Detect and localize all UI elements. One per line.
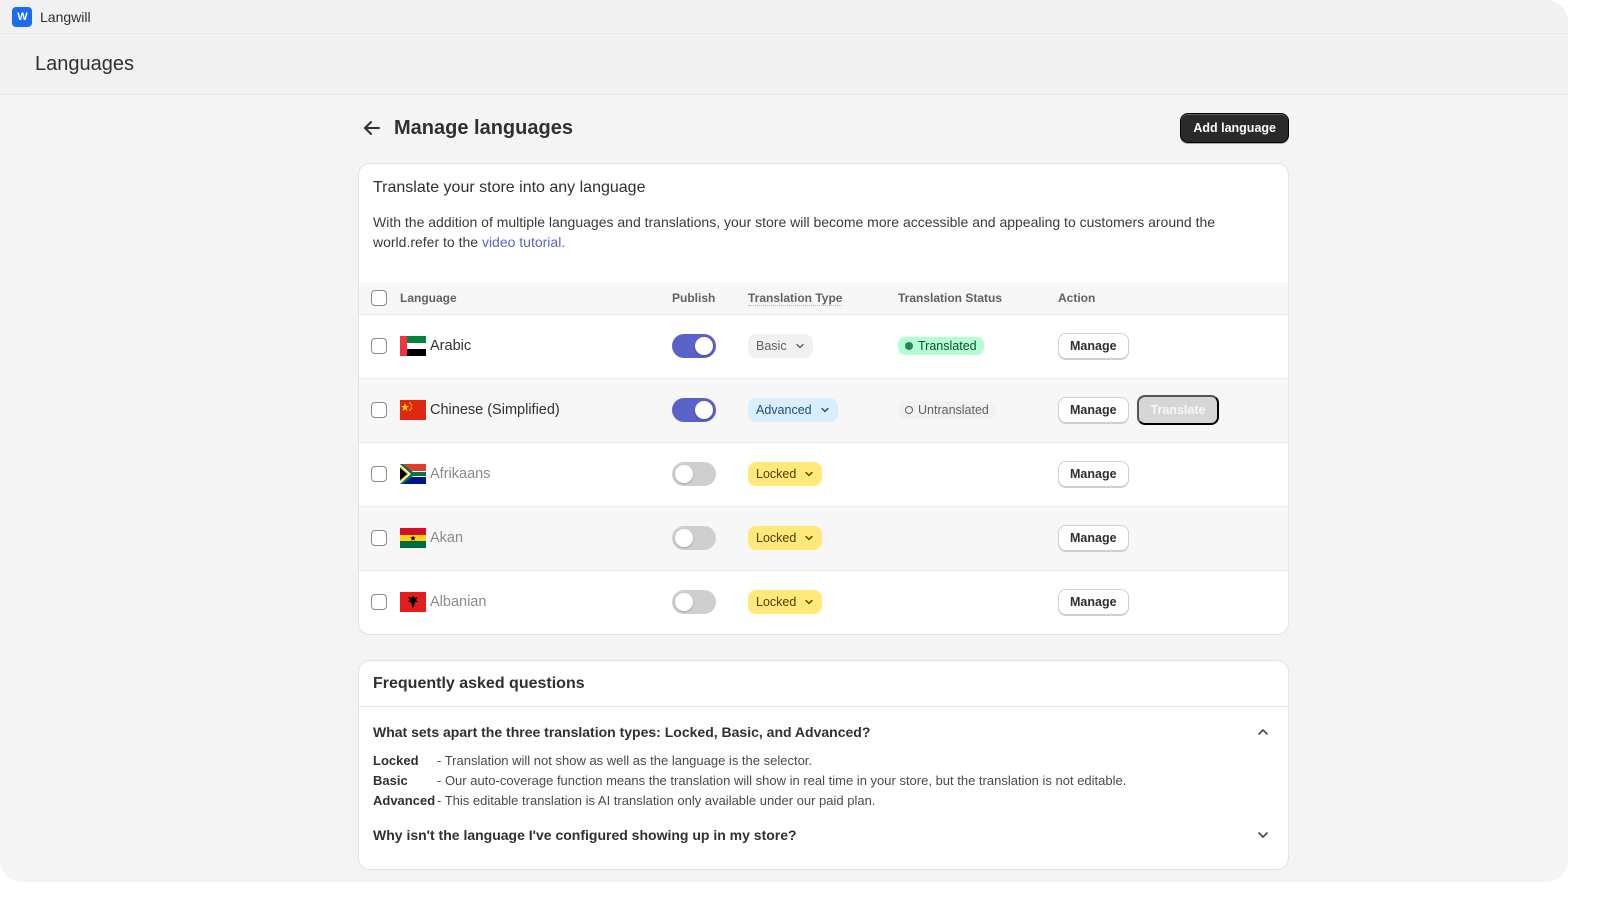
table-row: Arabic Basic Translated Manage [359,314,1288,378]
faq-question: What sets apart the three translation ty… [373,724,871,740]
intro-section: Translate your store into any language W… [359,164,1288,282]
translation-type-select[interactable]: Locked [748,590,823,615]
table-row: Chinese (Simplified) Advanced Untranslat… [359,378,1288,442]
translation-type-select[interactable]: Locked [748,462,823,486]
publish-toggle[interactable] [672,398,716,422]
faq-question: Why isn't the language I've configured s… [373,827,797,843]
column-header-language: Language [400,290,457,305]
page-bar-title: Languages [35,52,134,75]
main-content: Manage languages Add language Translate … [358,96,1289,870]
chevron-down-icon [805,471,814,477]
publish-toggle[interactable] [672,334,716,358]
add-language-button[interactable]: Add language [1180,113,1289,143]
ghana-flag-icon [400,528,426,548]
select-all-checkbox[interactable] [371,289,387,306]
chevron-down-icon [1258,832,1268,838]
language-name: Arabic [430,338,472,354]
manage-button[interactable]: Manage [1058,333,1129,359]
page-title: Manage languages [394,116,573,139]
table-row: Akan Locked Manage [359,506,1288,570]
albania-flag-icon [400,592,426,613]
publish-toggle[interactable] [672,526,716,550]
publish-toggle[interactable] [672,590,716,615]
table-header-row: Language Publish Translation Type Transl… [359,282,1288,314]
faq-question-toggle[interactable]: Why isn't the language I've configured s… [373,815,1274,855]
chevron-down-icon [795,343,804,349]
page-bar: Languages [0,34,1568,95]
back-button[interactable] [360,116,384,140]
translation-type-select[interactable]: Advanced [748,398,838,422]
faq-item: Why isn't the language I've configured s… [359,815,1288,855]
language-name: Albanian [430,594,487,611]
faq-question-toggle[interactable]: What sets apart the three translation ty… [373,707,1274,757]
chevron-down-icon [820,407,829,413]
column-header-action: Action [1058,290,1096,305]
faq-answer-line: Advanced - This editable translation is A… [373,793,876,808]
table-row: Afrikaans Locked Manage [359,442,1288,506]
language-name: Akan [430,530,464,546]
faq-answer-line: Locked - Translation will not show as wel… [373,753,813,768]
language-name: Afrikaans [430,466,491,482]
intro-title: Translate your store into any language [373,179,646,196]
publish-toggle[interactable] [672,462,716,486]
table-row: Albanian Locked Manage [359,570,1288,634]
south-africa-flag-icon [400,464,426,484]
app-bar: W Langwill [0,0,1568,34]
row-checkbox[interactable] [371,594,387,611]
languages-table: Language Publish Translation Type Transl… [359,282,1288,634]
language-name: Chinese (Simplified) [430,402,560,418]
faq-item: What sets apart the three translation ty… [359,707,1288,811]
chevron-down-icon [805,535,814,541]
china-flag-icon [400,400,426,420]
chevron-up-icon [1258,729,1268,735]
faq-answer-line: Basic - Our auto-coverage function means … [373,773,1127,788]
manage-button[interactable]: Manage [1058,525,1129,551]
manage-button[interactable]: Manage [1058,589,1129,616]
row-checkbox[interactable] [371,338,387,354]
app-name: Langwill [40,8,91,25]
status-dot-icon [905,342,913,350]
status-badge: Translated [898,337,984,355]
row-checkbox[interactable] [371,530,387,546]
intro-text: With the addition of multiple languages … [373,214,1216,250]
translation-type-select[interactable]: Locked [748,526,823,550]
faq-title: Frequently asked questions [359,661,1288,707]
chevron-down-icon [805,600,814,605]
column-header-translation-status: Translation Status [898,290,1003,305]
manage-button[interactable]: Manage [1058,397,1129,423]
video-tutorial-link[interactable]: video tutorial. [482,234,565,250]
status-dot-icon [905,406,913,414]
translate-button: Translate [1136,395,1220,425]
row-checkbox[interactable] [371,402,387,418]
uae-flag-icon [400,336,426,356]
faq-answer: Locked - Translation will not show as wel… [373,751,1274,811]
translation-type-select[interactable]: Basic [748,334,813,358]
languages-card: Translate your store into any language W… [358,163,1289,635]
langwill-logo-icon: W [12,6,32,27]
column-header-translation-type: Translation Type [748,290,843,306]
faq-card: Frequently asked questions What sets apa… [358,660,1289,870]
column-header-publish: Publish [672,290,716,305]
arrow-left-icon [364,121,380,135]
title-row: Manage languages Add language [358,96,1289,160]
status-badge: Untranslated [898,401,996,419]
app-window: W Langwill Languages Manage languages Ad… [0,0,1568,882]
row-checkbox[interactable] [371,466,387,482]
manage-button[interactable]: Manage [1058,461,1129,487]
